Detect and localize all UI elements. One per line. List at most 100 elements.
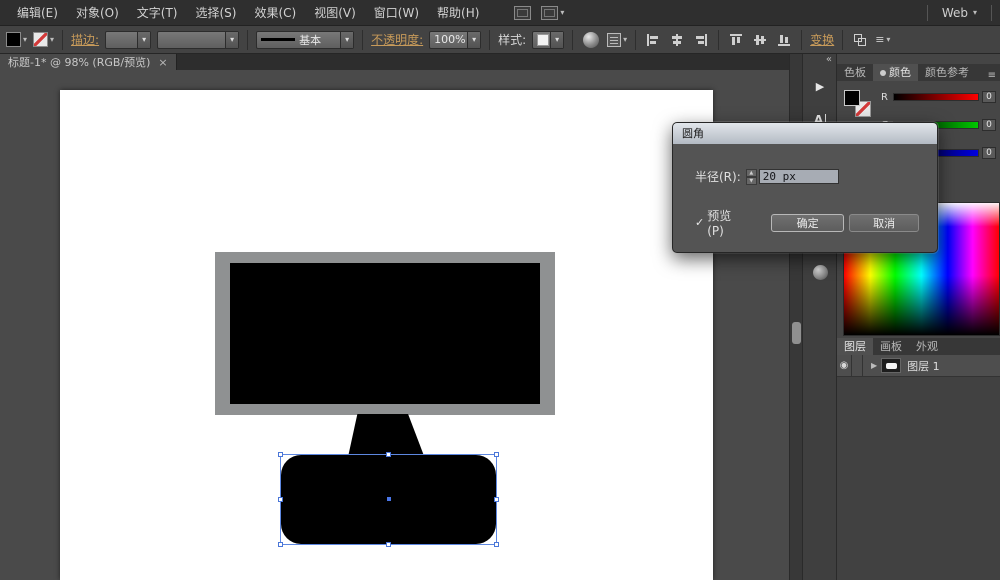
tab-artboards[interactable]: 画板 <box>873 338 909 355</box>
document-tab[interactable]: 标题-1* @ 98% (RGB/预览) × <box>0 54 177 70</box>
fill-stroke-indicator[interactable] <box>843 89 877 123</box>
tab-color[interactable]: 颜色 <box>873 64 918 81</box>
document-setup-control[interactable]: ▾ <box>607 32 627 47</box>
green-value-field[interactable]: 0 <box>982 119 996 131</box>
isolate-object-button[interactable] <box>851 31 869 49</box>
tab-appearance[interactable]: 外观 <box>909 338 945 355</box>
appbar-icons: ▾ <box>514 5 564 20</box>
selection-handle-middle-left[interactable] <box>278 496 283 502</box>
layer-thumbnail[interactable] <box>881 358 902 373</box>
toolbar-divider <box>842 29 844 50</box>
opacity-panel-link[interactable]: 不透明度: <box>371 31 423 48</box>
fill-proxy-swatch[interactable] <box>844 90 860 106</box>
illustrator-app: 编辑(E) 对象(O) 文字(T) 选择(S) 效果(C) 视图(V) 窗口(W… <box>0 0 1000 580</box>
visibility-toggle[interactable]: ◉ <box>837 354 852 377</box>
kuler-panel-button[interactable] <box>808 260 832 284</box>
toolbar-divider <box>801 29 803 50</box>
bridge-icon-inner <box>517 8 529 17</box>
menu-window[interactable]: 窗口(W) <box>365 0 428 26</box>
recolor-artwork-button[interactable] <box>581 30 601 50</box>
radius-input[interactable] <box>758 169 839 184</box>
red-value-field[interactable]: 0 <box>982 91 996 103</box>
monitor-screen-shape[interactable] <box>230 263 540 404</box>
align-left-button[interactable] <box>644 31 662 49</box>
variable-width-dropdown[interactable]: ▾ <box>157 30 240 49</box>
menu-help[interactable]: 帮助(H) <box>428 0 488 26</box>
brush-stroke-line <box>261 38 296 41</box>
arrange-documents-control[interactable]: ▾ <box>541 5 564 20</box>
graphic-style-dropdown[interactable]: ▾ <box>532 30 565 49</box>
checkbox-check-icon[interactable]: ✓ <box>695 216 704 229</box>
menubar-right: Web ▾ <box>926 4 992 21</box>
blue-value-field[interactable]: 0 <box>982 147 996 159</box>
scrollbar-thumb[interactable] <box>792 322 801 344</box>
chevron-down-icon: ▾ <box>340 31 354 48</box>
bridge-icon[interactable] <box>514 5 532 20</box>
stroke-weight-dropdown[interactable]: ▾ <box>105 30 152 49</box>
red-slider[interactable] <box>893 93 979 101</box>
align-bottom-button[interactable] <box>775 31 793 49</box>
tab-swatches[interactable]: 色板 <box>837 64 873 81</box>
artboard[interactable] <box>60 90 713 580</box>
expand-triangle-icon[interactable]: ▶ <box>871 361 877 370</box>
selection-handle-bottom-left[interactable] <box>278 542 283 547</box>
round-corners-dialog: 圆角 半径(R): ▲ ▼ ✓ 预览(P) 确定 取消 <box>672 122 938 253</box>
align-horizontal-center-icon <box>672 33 683 46</box>
toolbar-divider <box>572 29 574 50</box>
cancel-button[interactable]: 取消 <box>849 213 919 232</box>
menu-type[interactable]: 文字(T) <box>128 0 187 26</box>
workspace-switcher[interactable]: Web ▾ <box>936 6 983 20</box>
spinner-up-icon[interactable]: ▲ <box>745 168 757 177</box>
collapse-panels-icon[interactable]: « <box>826 54 832 65</box>
selection-center-anchor[interactable] <box>387 497 391 501</box>
layer-name[interactable]: 图层 1 <box>907 358 940 374</box>
chevron-down-icon: ▾ <box>467 31 481 48</box>
menu-edit[interactable]: 编辑(E) <box>8 0 67 26</box>
selection-handle-top-center[interactable] <box>385 452 391 457</box>
symbols-panel-button[interactable]: ▶ <box>808 74 832 98</box>
selection-handle-top-left[interactable] <box>278 452 283 457</box>
ok-button[interactable]: 确定 <box>770 213 845 232</box>
menu-icon: ≡ <box>875 33 885 46</box>
preview-checkbox-label[interactable]: 预览(P) <box>707 207 745 238</box>
menu-effect[interactable]: 效果(C) <box>245 0 305 26</box>
menubar-divider <box>991 4 992 21</box>
menu-select[interactable]: 选择(S) <box>186 0 245 26</box>
menu-object[interactable]: 对象(O) <box>67 0 128 26</box>
close-icon[interactable]: × <box>158 56 167 69</box>
radius-spinner: ▲ ▼ <box>745 168 757 185</box>
menu-view[interactable]: 视图(V) <box>305 0 365 26</box>
selection-handle-middle-right[interactable] <box>494 496 499 502</box>
menubar: 编辑(E) 对象(O) 文字(T) 选择(S) 效果(C) 视图(V) 窗口(W… <box>0 0 1000 26</box>
opacity-dropdown[interactable]: 100% ▾ <box>429 30 482 49</box>
layers-panel-tabs: 图层 画板 外观 <box>837 338 1000 355</box>
fill-color-control[interactable]: ▾ <box>6 32 27 47</box>
layer-row[interactable]: ◉ ▶ 图层 1 <box>837 354 1000 377</box>
align-right-button[interactable] <box>692 31 710 49</box>
selection-handle-top-right[interactable] <box>494 452 499 457</box>
monitor-stand-shape[interactable] <box>348 414 425 457</box>
selection-handle-bottom-right[interactable] <box>494 542 499 547</box>
stroke-color-control[interactable]: ▾ <box>33 32 54 47</box>
tab-color-guide[interactable]: 颜色参考 <box>918 64 976 81</box>
radius-row: 半径(R): ▲ ▼ <box>695 168 839 185</box>
align-vertical-center-button[interactable] <box>751 31 769 49</box>
play-icon: ▶ <box>815 79 825 93</box>
canvas-area[interactable] <box>0 70 789 580</box>
toolbar-divider <box>489 29 491 50</box>
transform-panel-link[interactable]: 变换 <box>810 31 834 48</box>
panel-menu-icon[interactable]: ≡ <box>984 70 1000 81</box>
align-horizontal-center-button[interactable] <box>668 31 686 49</box>
lock-toggle[interactable] <box>852 354 863 377</box>
stroke-panel-link[interactable]: 描边: <box>71 31 99 48</box>
brush-definition-dropdown[interactable]: 基本 ▾ <box>256 30 355 49</box>
selection-handle-bottom-center[interactable] <box>385 542 391 547</box>
align-right-icon <box>696 33 708 46</box>
tab-layers[interactable]: 图层 <box>837 338 873 355</box>
spinner-down-icon[interactable]: ▼ <box>745 176 757 185</box>
toolbar-menu-control[interactable]: ≡ ▾ <box>875 33 890 46</box>
dialog-titlebar[interactable]: 圆角 <box>673 123 937 144</box>
opacity-value: 100% <box>434 33 466 46</box>
align-top-button[interactable] <box>727 31 745 49</box>
document-tabbar: 标题-1* @ 98% (RGB/预览) × <box>0 54 802 70</box>
